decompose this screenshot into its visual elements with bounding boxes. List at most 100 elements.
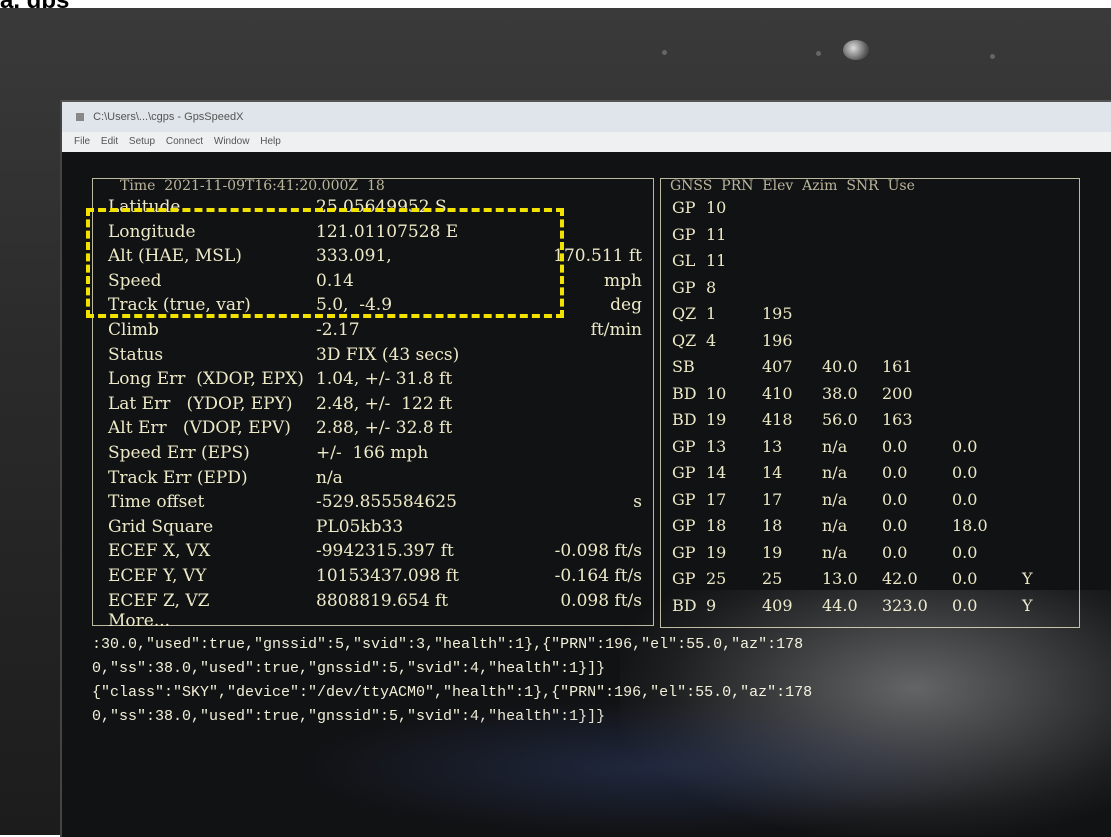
satellite-gnss-cell: GP <box>672 463 696 482</box>
field-label: Lat Err (YDOP, EPY) <box>108 393 293 414</box>
satellite-a-cell: 195 <box>762 304 793 323</box>
satellite-b-cell: 13.0 <box>822 569 858 588</box>
satellite-gnss-cell: QZ <box>672 304 697 323</box>
satellite-a-cell: 19 <box>762 542 783 562</box>
satellite-d-cell: 0.0 <box>952 436 978 456</box>
satellite-prn-cell: 8 <box>706 277 717 297</box>
satellite-b-cell: n/a <box>822 542 848 562</box>
satellite-d-cell: 0.0 <box>952 542 978 562</box>
satellite-prn-cell: 18 <box>706 516 727 535</box>
satellite-b-cell: 56.0 <box>822 410 858 429</box>
satellite-gnss-cell: GL <box>672 251 696 270</box>
field-label: ECEF Z, VZ <box>108 590 210 611</box>
satellite-e-cell: Y <box>1022 569 1033 588</box>
field-value: PL05kb33 <box>316 516 404 537</box>
menu-connect[interactable]: Connect <box>166 136 203 147</box>
satellite-d-cell: 0.0 <box>952 463 978 482</box>
bezel-sensor-dot <box>816 51 821 56</box>
satellite-b-cell: 40.0 <box>822 357 858 376</box>
satellite-c-cell: 0.0 <box>882 489 908 509</box>
satellite-gnss-cell: GP <box>672 489 696 509</box>
bezel-sensor-dot <box>990 54 995 59</box>
satellite-c-cell: 0.0 <box>882 516 908 535</box>
time-header: Time 2021-11-09T16:41:20.000Z 18 <box>120 178 385 194</box>
satellite-a-cell: 407 <box>762 357 793 376</box>
satellite-c-cell: 163 <box>882 410 913 429</box>
field-unit: s <box>633 492 642 513</box>
satellite-prn-cell: 19 <box>706 410 727 429</box>
satellite-gnss-cell: GP <box>672 569 696 588</box>
field-label: ECEF Y, VY <box>108 566 207 586</box>
menu-setup[interactable]: Setup <box>129 136 155 147</box>
field-label: Speed Err (EPS) <box>108 443 250 463</box>
field-label: Track Err (EPD) <box>108 467 248 488</box>
satellite-prn-cell: 11 <box>706 251 727 270</box>
satellite-prn-cell: 10 <box>706 383 727 403</box>
satellite-d-cell: 0.0 <box>952 569 978 588</box>
satellite-b-cell: n/a <box>822 516 848 535</box>
satellite-prn-cell: 25 <box>706 569 727 588</box>
field-label: Grid Square <box>108 516 214 537</box>
satellite-header: GNSS PRN Elev Azim SNR Use <box>670 178 915 194</box>
satellite-gnss-cell: SB <box>672 357 695 376</box>
satellite-prn-cell: 19 <box>706 542 727 562</box>
field-value: 3D FIX (43 secs) <box>316 344 460 365</box>
satellite-gnss-cell: BD <box>672 410 697 429</box>
field-value: -2.17 <box>316 320 360 340</box>
json-line: 0,"ss":38.0,"used":true,"gnssid":5,"svid… <box>92 660 606 677</box>
satellite-c-cell: 0.0 <box>882 463 908 482</box>
menu-edit[interactable]: Edit <box>101 136 118 147</box>
satellite-prn-cell: 14 <box>706 463 727 482</box>
satellite-a-cell: 18 <box>762 516 783 535</box>
field-value: 1.04, +/- 31.8 ft <box>316 369 453 390</box>
satellite-gnss-cell: BD <box>672 383 697 403</box>
satellite-gnss-cell: GP <box>672 516 696 535</box>
field-unit: -0.098 ft/s <box>554 541 642 562</box>
bezel-sensor-dot <box>662 50 667 55</box>
menu-help[interactable]: Help <box>260 136 281 147</box>
satellite-d-cell: 0.0 <box>952 489 978 509</box>
field-value: +/- 166 mph <box>316 443 429 463</box>
satellite-prn-cell: 10 <box>706 198 727 217</box>
menu-file[interactable]: File <box>74 136 90 147</box>
field-value: 10153437.098 ft <box>316 566 459 586</box>
satellite-b-cell: n/a <box>822 489 848 509</box>
satellite-gnss-cell: GP <box>672 542 696 562</box>
satellite-prn-cell: 4 <box>706 330 717 350</box>
field-value: -529.855584625 <box>316 492 457 513</box>
field-value: -9942315.397 ft <box>316 541 454 562</box>
field-unit: ft/min <box>590 320 642 340</box>
satellite-gnss-cell: GP <box>672 436 696 456</box>
satellite-a-cell: 25 <box>762 569 783 588</box>
field-label: ECEF X, VX <box>108 541 211 562</box>
satellite-b-cell: n/a <box>822 463 848 482</box>
satellite-gnss-cell: QZ <box>672 330 697 350</box>
field-value: 2.88, +/- 32.8 ft <box>316 418 453 439</box>
satellite-prn-cell: 11 <box>706 224 727 244</box>
satellite-c-cell: 161 <box>882 357 913 376</box>
field-value: n/a <box>316 467 343 488</box>
field-label: Climb <box>108 320 159 340</box>
satellite-a-cell: 14 <box>762 463 783 482</box>
satellite-c-cell: 0.0 <box>882 542 908 562</box>
field-label: Status <box>108 344 164 365</box>
satellite-a-cell: 418 <box>762 410 793 429</box>
satellite-a-cell: 13 <box>762 436 783 456</box>
menu-window[interactable]: Window <box>214 136 250 147</box>
more-label: More... <box>108 611 171 631</box>
menu-bar: File Edit Setup Connect Window Help <box>62 132 1111 152</box>
field-label: Long Err (XDOP, EPX) <box>108 369 304 390</box>
satellite-c-cell: 42.0 <box>882 569 918 588</box>
satellite-gnss-cell: GP <box>672 277 696 297</box>
app-icon <box>76 113 84 122</box>
field-unit: -0.164 ft/s <box>554 566 642 586</box>
satellite-b-cell: n/a <box>822 436 848 456</box>
satellite-d-cell: 18.0 <box>952 516 988 535</box>
field-value: 8808819.654 ft <box>316 590 449 611</box>
satellite-prn-cell: 13 <box>706 436 727 456</box>
webcam-icon <box>843 40 869 60</box>
window-titlebar[interactable]: C:\Users\...\cgps - GpsSpeedX <box>62 102 1111 132</box>
satellite-a-cell: 17 <box>762 489 783 509</box>
satellite-c-cell: 0.0 <box>882 436 908 456</box>
satellite-prn-cell: 17 <box>706 489 727 509</box>
